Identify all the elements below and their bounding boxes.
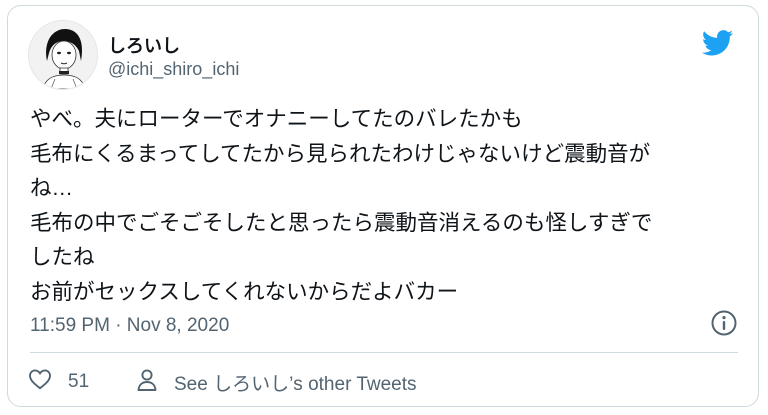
twitter-bird-icon[interactable] (701, 30, 734, 56)
tweet-text: やべ。夫にローターでオナニーしてたのバレたかも 毛布にくるまってしてたから見られ… (30, 107, 653, 304)
see-other-tweets-link[interactable]: See しろいし’s other Tweets (136, 368, 417, 397)
author-display-name[interactable]: しろいし (108, 32, 180, 58)
embedded-tweet-card: しろいし @ichi_shiro_ichi やべ。夫にローターでオナニーしてたの… (7, 5, 759, 407)
author-handle[interactable]: @ichi_shiro_ichi (108, 59, 239, 80)
divider (30, 352, 738, 353)
info-icon[interactable] (710, 309, 738, 337)
heart-icon (28, 368, 52, 395)
avatar[interactable] (28, 20, 98, 90)
tweet-timestamp[interactable]: 11:59 PM · Nov 8, 2020 (30, 315, 229, 337)
like-count: 51 (68, 370, 90, 392)
person-icon (136, 368, 158, 397)
like-button[interactable]: 51 (28, 368, 89, 395)
see-other-tweets-label: See しろいし’s other Tweets (174, 374, 417, 395)
